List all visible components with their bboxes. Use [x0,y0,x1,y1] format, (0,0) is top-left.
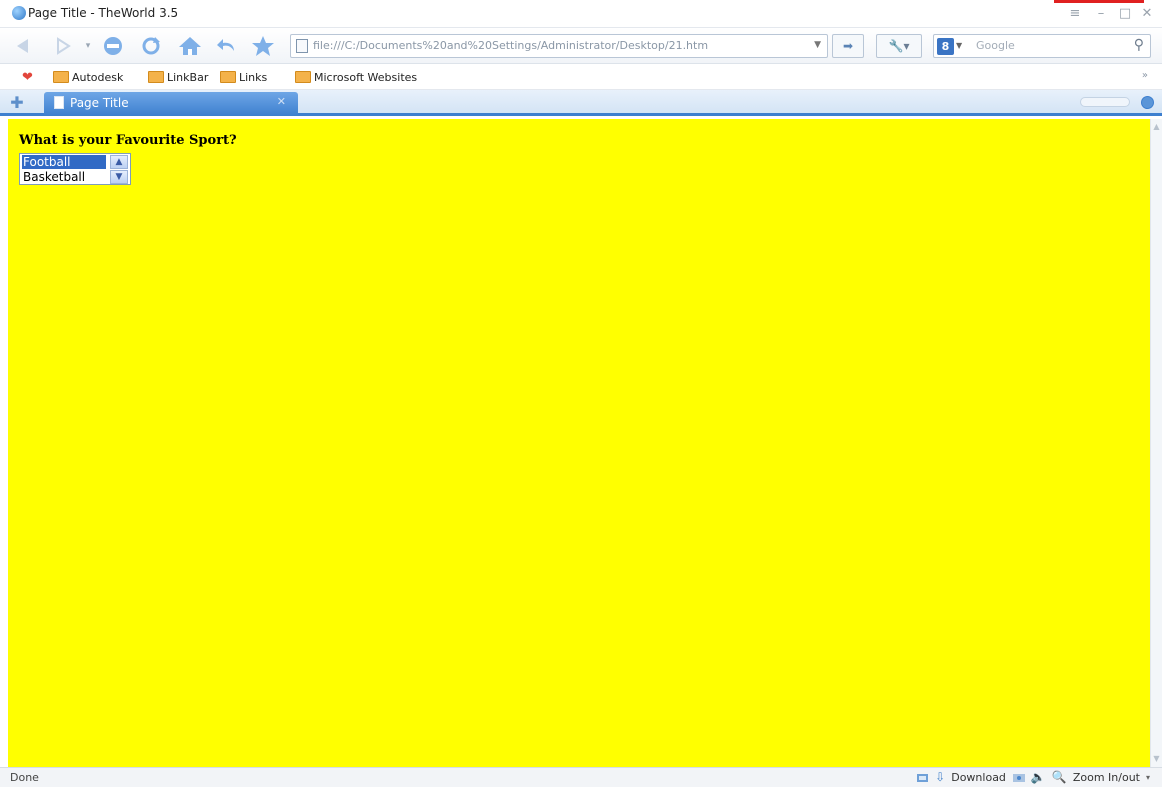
theworld-logo-icon [12,6,26,20]
link-autodesk[interactable]: Autodesk [53,69,123,85]
link-label: Links [239,70,268,84]
back-arrow-icon [17,39,28,53]
scroll-up-icon[interactable]: ▲ [110,155,128,169]
stop-button[interactable] [100,34,126,58]
download-label[interactable]: Download [951,771,1006,784]
page-doc-icon [54,96,64,109]
link-label: Microsoft Websites [314,70,418,84]
tab-bar: ✚ Page Title ✕ [0,90,1162,116]
window-title: Page Title - TheWorld 3.5 [28,6,179,20]
forward-arrow-icon [57,37,71,55]
zoom-magnifier-icon[interactable]: 🔍 [1052,770,1067,784]
scroll-down-icon[interactable]: ▼ [110,170,128,184]
folder-icon [148,71,164,83]
question-heading: What is your Favourite Sport? [19,133,237,148]
scroll-down-arrow-icon[interactable]: ▼ [1151,753,1162,765]
undo-arrow-icon [217,39,234,51]
forward-button[interactable] [50,34,76,58]
vertical-scrollbar[interactable]: ▲ ▼ [1150,119,1162,767]
folder-icon [295,71,311,83]
title-bar: Page Title - TheWorld 3.5 ≡ – □ ✕ [0,0,1162,28]
home-icon [179,37,201,55]
screenshot-icon[interactable] [1012,771,1025,784]
tab-close-icon[interactable]: ✕ [277,95,286,108]
link-microsoft-websites[interactable]: Microsoft Websites [295,69,417,85]
status-text: Done [10,771,39,784]
tab-page-title[interactable]: Page Title ✕ [44,92,298,116]
folder-icon [53,71,69,83]
star-icon [252,36,274,56]
scroll-up-arrow-icon[interactable]: ▲ [1151,121,1162,133]
network-icon[interactable] [916,771,929,784]
zoom-dropdown-icon[interactable]: ▾ [1146,773,1150,782]
maximize-button[interactable]: □ [1116,5,1134,23]
history-dropdown-icon[interactable]: ▾ [82,34,94,58]
wrench-icon: 🔧▾ [888,39,910,53]
search-engine-icon[interactable]: 8 [937,38,954,55]
links-bar: ❤ Autodesk LinkBar Links Microsoft Websi… [0,64,1162,90]
page-content: What is your Favourite Sport? Football B… [8,119,1150,767]
folder-icon [220,71,236,83]
go-arrow-icon: ➡ [842,39,854,53]
link-label: LinkBar [167,70,209,84]
stop-icon [104,37,122,55]
home-button[interactable] [176,34,204,58]
tools-button[interactable]: 🔧▾ [876,34,922,58]
address-bar[interactable]: file:///C:/Documents%20and%20Settings/Ad… [290,34,828,58]
engine-dropdown-icon[interactable]: ▼ [956,41,962,50]
download-arrow-icon[interactable]: ⇩ [935,770,945,784]
address-url[interactable]: file:///C:/Documents%20and%20Settings/Ad… [313,39,708,52]
option-basketball[interactable]: Basketball [22,170,106,184]
refresh-button[interactable] [138,34,164,58]
address-dropdown-icon[interactable]: ▼ [814,40,821,50]
tab-list-icon[interactable] [1141,96,1154,109]
status-tools: ⇩ Download 🔈 🔍 Zoom In/out ▾ [916,770,1150,784]
status-bar: Done ⇩ Download 🔈 🔍 Zoom In/out ▾ [0,767,1162,787]
go-button[interactable]: ➡ [832,34,864,58]
link-links[interactable]: Links [220,69,267,85]
zoom-label[interactable]: Zoom In/out [1073,771,1140,784]
sport-select-list[interactable]: Football Basketball ▲ ▼ [19,153,131,185]
close-button[interactable]: ✕ [1138,5,1156,23]
tab-scroll-pill[interactable] [1080,97,1130,107]
search-icon[interactable]: ⚲ [1134,37,1144,53]
menu-icon[interactable]: ≡ [1066,5,1084,23]
new-tab-plus-icon[interactable]: ✚ [8,94,26,112]
page-icon [296,39,308,53]
minimize-button[interactable]: – [1092,5,1110,23]
tab-label: Page Title [70,96,129,110]
accent-strip [1054,0,1144,3]
link-label: Autodesk [72,70,124,84]
favorites-heart-icon[interactable]: ❤ [22,69,33,85]
search-box[interactable]: 8 ▼ Google ⚲ [933,34,1151,58]
back-button[interactable] [10,34,36,58]
option-football[interactable]: Football [22,155,106,169]
more-links-chevron-icon[interactable]: » [1142,70,1148,81]
favorites-button[interactable] [250,34,276,58]
undo-close-button[interactable] [214,34,240,58]
refresh-icon [142,37,160,55]
link-linkbar[interactable]: LinkBar [148,69,208,85]
sound-icon[interactable]: 🔈 [1031,770,1046,784]
navigation-toolbar: ▾ file:///C:/Documents%20and%20Settings/… [0,28,1162,64]
search-placeholder[interactable]: Google [976,39,1015,52]
